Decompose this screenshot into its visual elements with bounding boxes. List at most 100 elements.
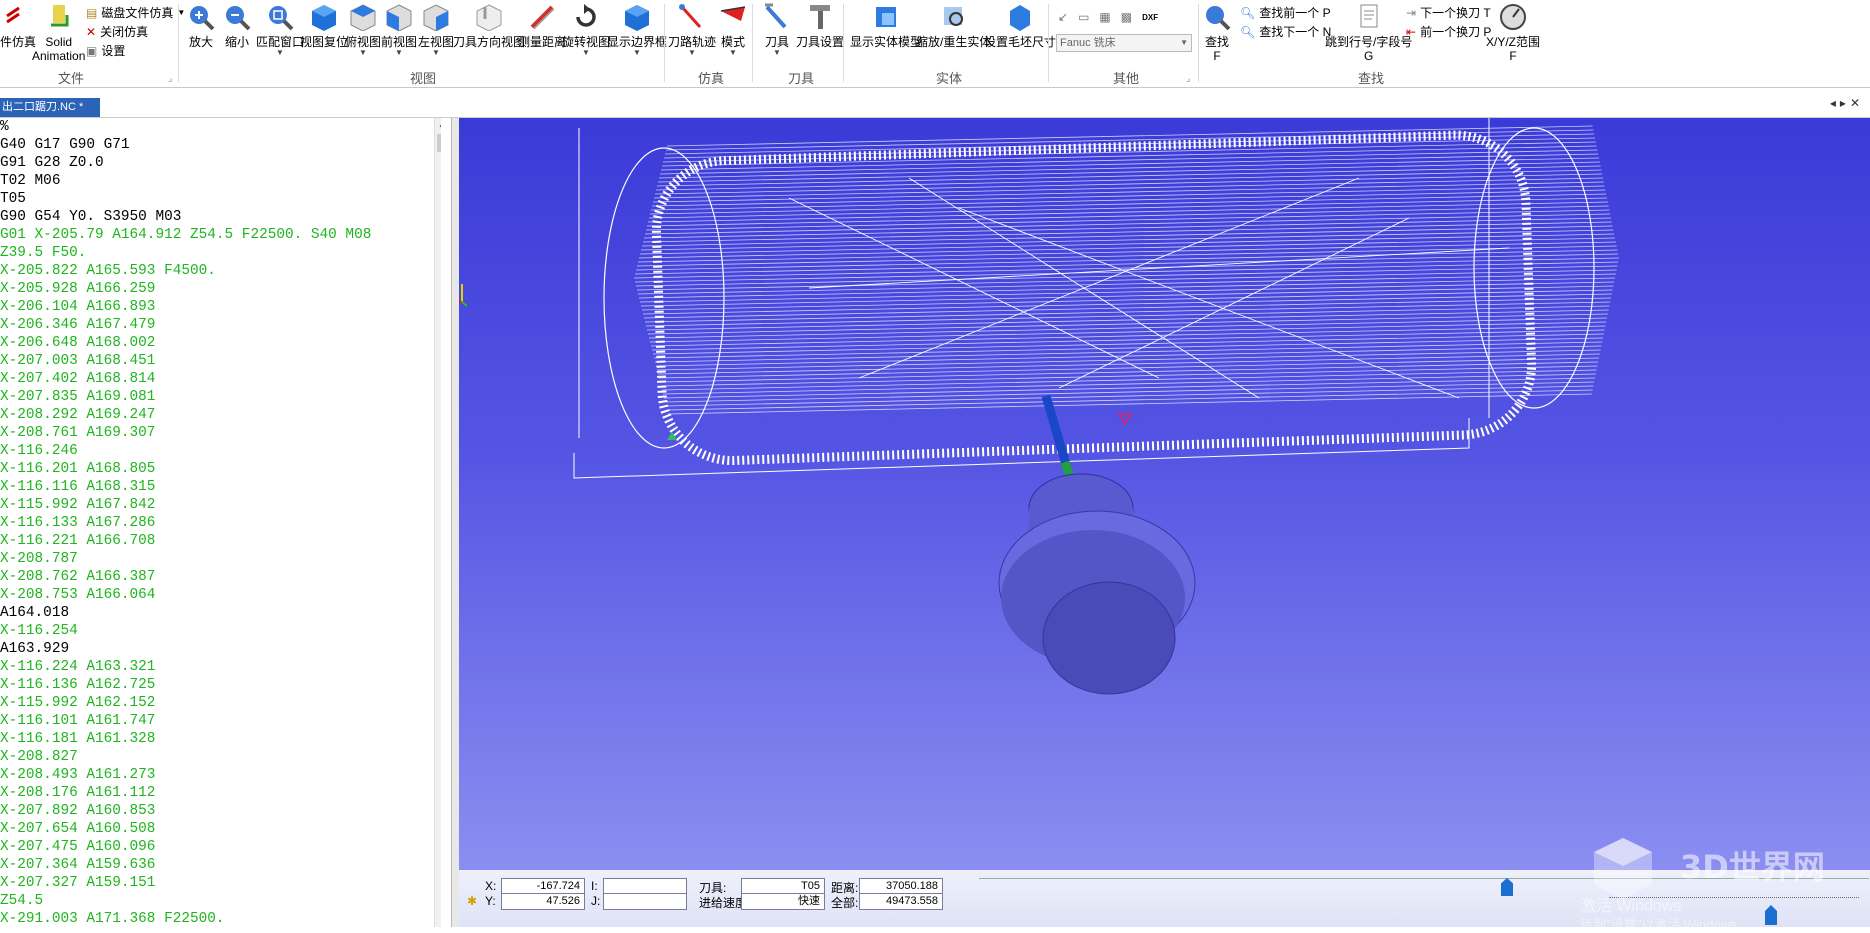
close-icon[interactable]: ✕ — [1850, 96, 1864, 110]
code-line[interactable]: Z39.5 F50. — [0, 244, 434, 262]
find-prev-button[interactable]: 🔍︎ 查找前一个 P — [1240, 4, 1331, 21]
front-view-button[interactable]: 前视图 ▼ — [381, 2, 417, 57]
find-button[interactable]: 查找 F — [1202, 2, 1232, 63]
code-line[interactable]: X-116.246 — [0, 442, 434, 460]
code-line[interactable]: X-115.992 A162.152 — [0, 694, 434, 712]
settings-button[interactable]: ▣ 设置 — [86, 42, 125, 59]
tool-setup-button[interactable]: 刀具设置 — [796, 2, 844, 49]
show-solid-button[interactable]: 显示实体模型 — [850, 2, 922, 49]
code-line[interactable]: X-116.136 A162.725 — [0, 676, 434, 694]
stock-size-button[interactable]: 设置毛坯尺寸 — [984, 2, 1056, 49]
wireframe-line — [644, 213, 1611, 235]
code-line[interactable]: X-207.364 A159.636 — [0, 856, 434, 874]
view-reset-button[interactable]: 视图复位 — [300, 2, 348, 49]
code-line[interactable]: X-207.892 A160.853 — [0, 802, 434, 820]
document-tab[interactable]: 出二口踞刀.NC * — [0, 98, 100, 117]
goto-line-button[interactable]: 跳到行号/字段号 G — [1325, 2, 1412, 63]
code-line[interactable]: X-207.654 A160.508 — [0, 820, 434, 838]
solid-animation-button[interactable]: Solid Animation — [32, 2, 85, 63]
code-line[interactable]: X-207.475 A160.096 — [0, 838, 434, 856]
image-icon[interactable]: ▦ — [1099, 10, 1110, 24]
top-view-button[interactable]: 俯视图 ▼ — [345, 2, 381, 57]
code-line[interactable]: X-207.402 A168.814 — [0, 370, 434, 388]
xyz-range-button[interactable]: X/Y/Z范围 F — [1486, 2, 1540, 63]
code-line[interactable]: T02 M06 — [0, 172, 434, 190]
code-line[interactable]: T05 — [0, 190, 434, 208]
code-line[interactable]: X-208.753 A166.064 — [0, 586, 434, 604]
code-line[interactable]: G90 G54 Y0. S3950 M03 — [0, 208, 434, 226]
nc-code-editor[interactable]: % G40 G17 G90 G71 G91 G28 Z0.0 T02 M06 T05 G9… — [0, 118, 441, 927]
code-line[interactable]: X-206.104 A166.893 — [0, 298, 434, 316]
progress-track[interactable] — [979, 878, 1869, 879]
tool-dir-view-button[interactable]: 刀具方向视图 — [453, 2, 525, 49]
code-line[interactable]: X-208.493 A161.273 — [0, 766, 434, 784]
arrow-icon[interactable]: ↙ — [1058, 10, 1068, 24]
wireframe-line — [648, 317, 1608, 339]
code-line[interactable]: X-116.224 A163.321 — [0, 658, 434, 676]
cube-left-icon — [421, 2, 451, 32]
tool-button[interactable]: 刀具 ▼ — [762, 2, 792, 57]
code-line[interactable]: X-206.648 A168.002 — [0, 334, 434, 352]
code-line[interactable]: X-205.928 A166.259 — [0, 280, 434, 298]
toolpath-button[interactable]: 刀路轨迹 ▼ — [668, 2, 716, 57]
code-line[interactable]: X-207.327 A159.151 — [0, 874, 434, 892]
dialog-launcher-icon[interactable]: ⌟ — [1186, 73, 1190, 84]
left-view-button[interactable]: 左视图 ▼ — [418, 2, 454, 57]
next-tool-button[interactable]: ⇥ 下一个换刀 T — [1406, 4, 1491, 21]
scroll-left-icon[interactable]: ◂ — [1830, 96, 1840, 110]
code-line[interactable]: X-291.003 A171.368 F22500. — [0, 910, 434, 927]
zoom-rebuild-button[interactable]: 缩放/重生实体 — [916, 2, 991, 49]
fit-window-button[interactable]: 匹配窗口 ▼ — [256, 2, 304, 57]
code-line[interactable]: A164.018 — [0, 604, 434, 622]
code-line[interactable]: X-207.003 A168.451 — [0, 352, 434, 370]
code-line[interactable]: X-116.181 A161.328 — [0, 730, 434, 748]
sim-cut-button[interactable]: 件仿真 — [0, 2, 36, 49]
zoom-in-button[interactable]: 放大 — [186, 2, 216, 49]
code-line[interactable]: X-116.221 A166.708 — [0, 532, 434, 550]
code-line[interactable]: G40 G17 G90 G71 — [0, 136, 434, 154]
disk-sim-button[interactable]: ▤ 磁盘文件仿真 ▼ — [86, 4, 185, 21]
code-line[interactable]: X-208.176 A161.112 — [0, 784, 434, 802]
find-next-button[interactable]: 🔍︎ 查找下一个 N — [1240, 23, 1331, 40]
code-line[interactable]: A163.929 — [0, 640, 434, 658]
code-line[interactable]: X-208.787 — [0, 550, 434, 568]
code-line[interactable]: X-116.254 — [0, 622, 434, 640]
code-line[interactable]: X-116.116 A168.315 — [0, 478, 434, 496]
scrollbar-thumb[interactable] — [437, 134, 441, 152]
code-line[interactable]: X-206.346 A167.479 — [0, 316, 434, 334]
code-line[interactable]: Z54.5 — [0, 892, 434, 910]
mode-button[interactable]: 模式 ▼ — [718, 2, 748, 57]
zoom-out-button[interactable]: 缩小 — [222, 2, 252, 49]
code-line[interactable]: X-208.827 — [0, 748, 434, 766]
rotate-view-button[interactable]: 旋转视图 ▼ — [562, 2, 610, 57]
code-line[interactable]: X-115.992 A167.842 — [0, 496, 434, 514]
code-line[interactable]: % — [0, 118, 434, 136]
code-line[interactable]: G91 G28 Z0.0 — [0, 154, 434, 172]
code-line[interactable]: X-208.292 A169.247 — [0, 406, 434, 424]
code-line[interactable]: X-116.133 A167.286 — [0, 514, 434, 532]
code-line[interactable]: X-205.822 A165.593 F4500. — [0, 262, 434, 280]
simulation-viewport[interactable] — [459, 118, 1870, 870]
group-label-find: 查找 — [1358, 71, 1385, 86]
code-line[interactable]: X-208.761 A169.307 — [0, 424, 434, 442]
scroll-up-icon[interactable]: ▲ — [438, 120, 441, 129]
dialog-launcher-icon[interactable]: ⌟ — [168, 73, 172, 84]
measure-button[interactable]: 测量距离 — [518, 2, 566, 49]
pane-splitter[interactable] — [451, 118, 459, 927]
vertical-scrollbar[interactable]: ▲ — [434, 118, 441, 927]
code-line[interactable]: G01 X-205.79 A164.912 Z54.5 F22500. S40 … — [0, 226, 434, 244]
code-line[interactable]: X-116.101 A161.747 — [0, 712, 434, 730]
show-bounds-button[interactable]: 显示边界框 ▼ — [607, 2, 667, 57]
code-line[interactable]: X-207.835 A169.081 — [0, 388, 434, 406]
machine-select[interactable]: Fanuc 铣床 ▼ — [1056, 34, 1192, 52]
progress-slider-thumb[interactable] — [1501, 878, 1513, 896]
layers-icon[interactable]: ▭ — [1078, 10, 1089, 24]
close-sim-button[interactable]: ✕ 关闭仿真 — [86, 23, 148, 40]
scroll-right-icon[interactable]: ▸ — [1840, 96, 1850, 110]
grid-icon[interactable]: ▩ — [1121, 10, 1132, 24]
code-line[interactable]: X-208.762 A166.387 — [0, 568, 434, 586]
speed-slider-thumb[interactable] — [1765, 905, 1777, 925]
dxf-icon[interactable]: DXF — [1142, 13, 1158, 22]
prev-tool-button[interactable]: ⇤ 前一个换刀 P — [1406, 23, 1491, 40]
code-line[interactable]: X-116.201 A168.805 — [0, 460, 434, 478]
